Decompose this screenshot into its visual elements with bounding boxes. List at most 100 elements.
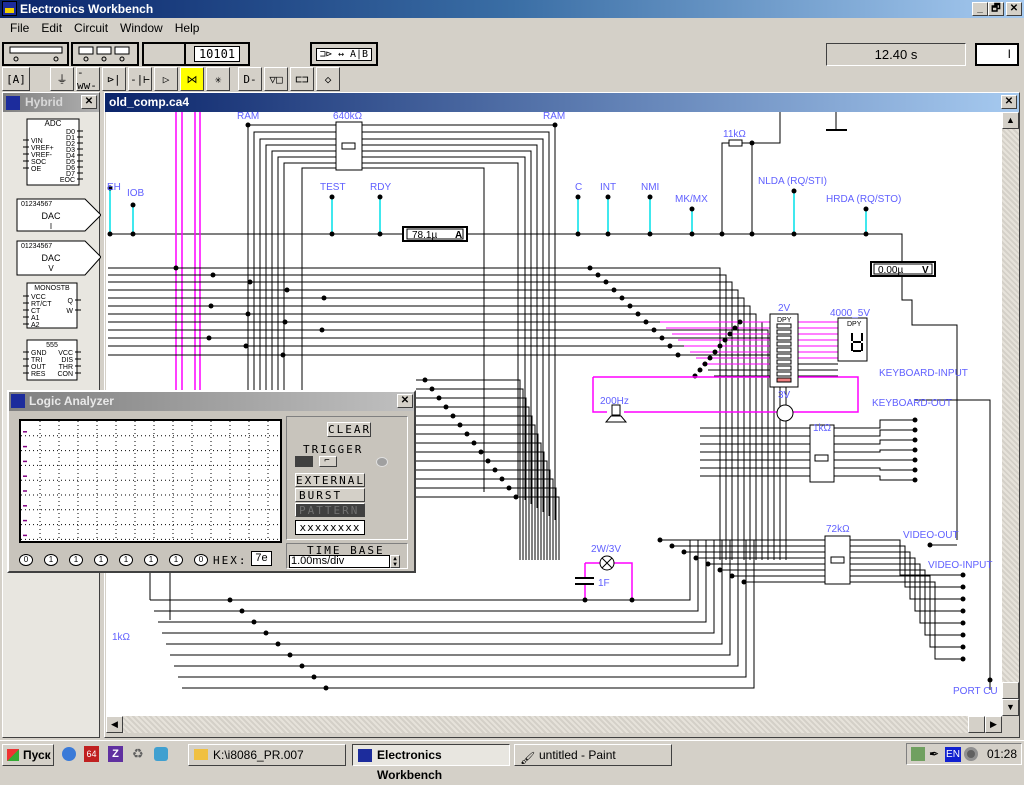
paint-icon: 🖌 xyxy=(520,751,536,765)
oscilloscope-instrument[interactable] xyxy=(142,42,188,66)
time-base-spinner[interactable]: ▲ ▼ xyxy=(390,555,400,568)
menu-window[interactable]: Window xyxy=(114,21,169,35)
buzzer[interactable] xyxy=(604,404,628,423)
bit-terminal-0[interactable]: 0 xyxy=(19,554,33,566)
logic-gates-bin-button[interactable]: D- xyxy=(238,67,262,91)
network-icon[interactable] xyxy=(911,747,925,761)
bit-terminal-7[interactable]: 0 xyxy=(194,554,208,566)
junction-dot xyxy=(587,265,593,271)
task-electronics-workbench[interactable]: Electronics Workbench xyxy=(352,744,510,782)
sources-bin-button[interactable]: ⏚ xyxy=(50,67,74,91)
start-button[interactable]: Пуск xyxy=(2,744,54,766)
z-app-icon[interactable]: Z xyxy=(108,746,123,762)
power-switch[interactable]: I xyxy=(975,43,1019,66)
trigger-falling-edge-button[interactable]: ⌐ xyxy=(319,456,337,467)
bar-dpy-label: DPY xyxy=(777,317,792,324)
function-generator-instrument[interactable] xyxy=(71,42,139,66)
analog-ics-bin-button[interactable]: ▷ xyxy=(154,67,178,91)
bit-terminal-1[interactable]: 1 xyxy=(44,554,58,566)
seven-segment-display[interactable]: DPY xyxy=(837,317,868,362)
close-button[interactable]: ✕ xyxy=(1006,2,1022,16)
pattern-field[interactable]: xxxxxxxx xyxy=(295,520,365,535)
logic-converter-instrument[interactable]: ⊐⊳ ↔ A|B xyxy=(310,42,378,66)
timer-555-component[interactable]: 555 GNDTRIOUTRES VCCDISTHRCON xyxy=(23,339,81,381)
digital-bin-button[interactable]: ▽□ xyxy=(264,67,288,91)
favorites-bin-button[interactable]: [A] xyxy=(2,67,30,91)
indicators-bin-button[interactable]: ⊏⊐ xyxy=(290,67,314,91)
menu-edit[interactable]: Edit xyxy=(35,21,68,35)
circuit-close-button[interactable]: ✕ xyxy=(1001,95,1017,109)
language-indicator[interactable]: EN xyxy=(945,747,961,762)
aida64-icon[interactable]: 64 xyxy=(84,746,99,762)
junction-dot xyxy=(575,194,581,200)
menu-help[interactable]: Help xyxy=(169,21,206,35)
bit-terminal-3[interactable]: 1 xyxy=(94,554,108,566)
junction-dot xyxy=(247,279,253,285)
controls-bin-button[interactable]: ◇ xyxy=(316,67,340,91)
dac-i-component[interactable]: 01234567 DAC I xyxy=(16,198,101,232)
menu-file[interactable]: File xyxy=(4,21,35,35)
label-2v: 2V xyxy=(778,303,791,314)
bit-terminal-4[interactable]: 1 xyxy=(119,554,133,566)
resistor-11k[interactable] xyxy=(728,139,743,147)
multimeter-instrument[interactable] xyxy=(2,42,69,66)
junction-dot xyxy=(689,206,695,212)
junction-dot xyxy=(651,327,657,333)
time-base-input[interactable]: 1.00ms/div xyxy=(289,555,390,568)
mixed-ics-bin-button[interactable]: ⋈ xyxy=(180,67,204,91)
capacitor[interactable] xyxy=(575,577,594,585)
desktop-icon[interactable] xyxy=(154,747,168,761)
trigger-rising-edge-button[interactable] xyxy=(295,456,313,467)
basic-bin-button[interactable]: -ww- xyxy=(76,66,100,92)
word-generator-instrument[interactable]: 10101 xyxy=(184,42,250,66)
horizontal-scrollbar[interactable]: ◀ ▶ xyxy=(106,716,1002,733)
external-button[interactable]: EXTERNAL xyxy=(295,473,365,487)
voltmeter[interactable]: 0.00µ V xyxy=(870,261,936,277)
diodes-bin-button[interactable]: ⊳| xyxy=(102,67,126,91)
logic-analyzer-close-button[interactable]: ✕ xyxy=(397,394,413,408)
ie-icon[interactable] xyxy=(62,747,76,761)
lamp[interactable] xyxy=(599,555,615,571)
burst-button[interactable]: BURST xyxy=(295,488,365,502)
minimize-button[interactable]: _ xyxy=(972,2,988,16)
scroll-thumb-vertical[interactable] xyxy=(1002,682,1019,699)
usb-icon[interactable]: ✒ xyxy=(929,747,939,761)
junction-dot xyxy=(749,231,755,237)
scroll-thumb-horizontal[interactable] xyxy=(968,716,985,733)
pin-label: CON xyxy=(57,371,73,378)
digital-ics-bin-button[interactable]: ✳ xyxy=(206,67,230,91)
bit-terminal-6[interactable]: 1 xyxy=(169,554,183,566)
ammeter[interactable]: 78.1µ A xyxy=(402,226,468,242)
recycle-icon[interactable]: ♻ xyxy=(132,747,146,761)
pin-label: GND xyxy=(31,350,47,357)
scroll-up-button[interactable]: ▲ xyxy=(1002,112,1019,129)
restore-button[interactable]: 🗗 xyxy=(988,2,1004,16)
junction-dot xyxy=(275,641,281,647)
task-folder[interactable]: K:\i8086_PR.007 xyxy=(188,744,346,766)
dac-i-title: DAC xyxy=(41,211,61,221)
adc-component[interactable]: ADC VINVREF+VREF-SOCOED0D1D2D3D4D5D6D7EO… xyxy=(23,118,83,186)
junction-dot xyxy=(575,231,581,237)
trigger-input-terminal[interactable] xyxy=(376,457,388,467)
menu-circuit[interactable]: Circuit xyxy=(68,21,114,35)
junction-dot xyxy=(719,231,725,237)
task-paint[interactable]: 🖌 untitled - Paint xyxy=(514,744,672,766)
bit-terminal-5[interactable]: 1 xyxy=(144,554,158,566)
transistors-bin-button[interactable]: -|⊢ xyxy=(128,67,152,91)
voltage-source-3v[interactable] xyxy=(776,404,794,422)
app-title-bar: Electronics Workbench xyxy=(0,0,1024,18)
resistor-72k[interactable] xyxy=(824,535,851,585)
resistor-640k[interactable] xyxy=(335,121,363,171)
scroll-down-button[interactable]: ▼ xyxy=(1002,699,1019,716)
pattern-button[interactable]: PATTERN xyxy=(295,503,365,517)
scroll-right-button[interactable]: ▶ xyxy=(985,716,1002,733)
vertical-scrollbar[interactable]: ▲ ▼ xyxy=(1002,112,1019,716)
dac-v-component[interactable]: 01234567 DAC V xyxy=(16,240,101,276)
junction-dot xyxy=(499,476,505,482)
scroll-left-button[interactable]: ◀ xyxy=(106,716,123,733)
clear-button[interactable]: CLEAR xyxy=(327,422,371,437)
monostable-component[interactable]: MONOSTB VCCRT/CTCTA1A2 QW xyxy=(23,282,81,329)
bit-terminal-2[interactable]: 1 xyxy=(69,554,83,566)
tray-gear-icon[interactable] xyxy=(964,747,978,761)
bar-graph-display[interactable]: DPY xyxy=(769,313,799,388)
